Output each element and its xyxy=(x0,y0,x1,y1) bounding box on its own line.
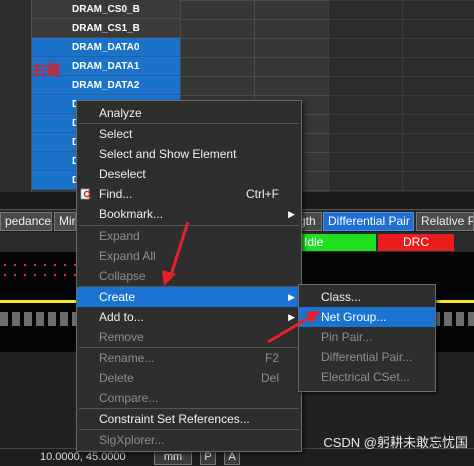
rename-shortcut: F2 xyxy=(264,351,279,365)
menu-item-rename: Rename... F2 xyxy=(77,348,301,368)
menu-item-select-and-show[interactable]: Select and Show Element xyxy=(77,144,301,164)
row-header-column xyxy=(0,0,32,192)
app-window: DRAM_CS0_B DRAM_CS1_B DRAM_DATA0 DRAM_DA… xyxy=(0,0,474,466)
context-menu: Analyze Select Select and Show Element D… xyxy=(76,100,302,452)
p-button[interactable]: P xyxy=(200,450,216,465)
tab-impedance[interactable]: pedance xyxy=(0,212,52,231)
menu-item-expand: Expand xyxy=(99,229,140,243)
find-icon xyxy=(80,188,92,200)
delete-label: Delete xyxy=(99,371,134,385)
delete-shortcut: Del xyxy=(260,371,279,385)
via-dots xyxy=(0,260,76,284)
menu-item-collapse: Collapse xyxy=(99,269,146,283)
submenu-item-class[interactable]: Class... xyxy=(299,287,435,307)
tab-min[interactable]: Min xyxy=(54,212,76,231)
idle-status-badge: Idle xyxy=(298,234,376,251)
submenu-arrow-icon: ▶ xyxy=(288,292,295,302)
net-row-selected[interactable]: DRAM_DATA0 xyxy=(32,38,180,57)
find-shortcut: Ctrl+F xyxy=(246,187,279,201)
worksheet-shaded-column xyxy=(328,0,474,192)
create-label: Create xyxy=(99,290,136,304)
rename-label: Rename... xyxy=(99,351,155,365)
submenu-item-electrical-cset: Electrical CSet... xyxy=(321,370,410,384)
submenu-arrow-icon: ▶ xyxy=(288,312,295,322)
a-button[interactable]: A xyxy=(224,450,240,465)
menu-item-analyze[interactable]: Analyze xyxy=(77,103,301,123)
cursor-coordinates: 10.0000, 45.0000 xyxy=(40,451,126,463)
menu-item-sigxplorer: SigXplorer... xyxy=(99,433,165,447)
menu-item-find[interactable]: Find... Ctrl+F xyxy=(77,184,301,204)
find-label: Find... xyxy=(99,187,133,201)
submenu-item-pin-pair: Pin Pair... xyxy=(321,330,373,344)
menu-item-add-to[interactable]: Add to... ▶ xyxy=(77,307,301,327)
drc-status-badge[interactable]: DRC xyxy=(378,234,454,251)
menu-item-select[interactable]: Select xyxy=(77,124,301,144)
menu-item-remove: Remove xyxy=(99,330,144,344)
submenu-item-net-group[interactable]: Net Group... xyxy=(299,307,435,327)
bookmark-label: Bookmark... xyxy=(99,207,164,221)
menu-item-constraint-set-references[interactable]: Constraint Set References... xyxy=(77,409,301,429)
menu-item-bookmark[interactable]: Bookmark... ▶ xyxy=(77,204,301,224)
net-row[interactable]: DRAM_CS1_B xyxy=(32,19,180,38)
watermark: CSDN @躬耕未敢忘忧国 xyxy=(323,435,468,450)
right-click-annotation: 右键 xyxy=(32,62,60,78)
add-to-label: Add to... xyxy=(99,310,144,324)
net-row[interactable]: DRAM_CS0_B xyxy=(32,0,180,19)
units-field[interactable]: mm xyxy=(154,450,192,465)
menu-item-deselect[interactable]: Deselect xyxy=(77,164,301,184)
tab-relative-propagation[interactable]: Relative Pr xyxy=(416,212,474,231)
menu-item-expand-all: Expand All xyxy=(99,249,156,263)
create-submenu: Class... Net Group... Pin Pair... Differ… xyxy=(298,284,436,392)
submenu-item-differential-pair: Differential Pair... xyxy=(321,350,413,364)
submenu-arrow-icon: ▶ xyxy=(288,209,295,219)
menu-item-create[interactable]: Create ▶ xyxy=(77,287,301,307)
menu-item-compare: Compare... xyxy=(99,391,159,405)
tab-differential-pair[interactable]: Differential Pair xyxy=(323,212,414,231)
menu-item-delete: Delete Del xyxy=(77,368,301,388)
